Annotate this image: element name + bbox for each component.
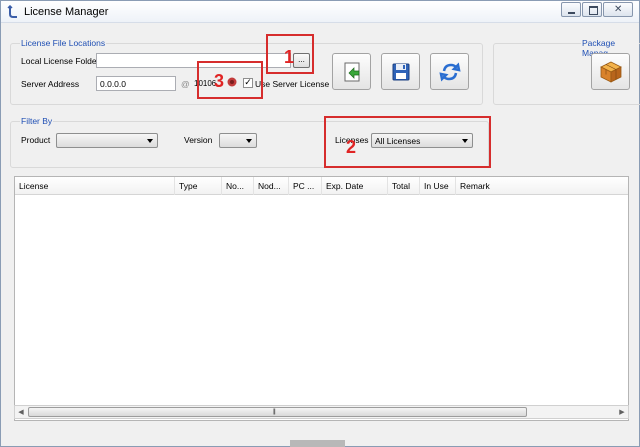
column-pc[interactable]: PC ... (289, 177, 322, 195)
column-no[interactable]: No... (222, 177, 254, 195)
scroll-right-icon[interactable]: ▶ (617, 408, 627, 418)
column-in-use[interactable]: In Use (420, 177, 456, 195)
scroll-left-icon[interactable]: ◀ (16, 408, 26, 418)
import-license-button[interactable] (332, 53, 371, 90)
close-button[interactable] (603, 2, 633, 17)
import-license-icon (344, 62, 360, 82)
column-total[interactable]: Total (388, 177, 420, 195)
version-dropdown[interactable] (219, 133, 257, 148)
refresh-icon (439, 62, 461, 82)
annotation-number-1: 1 (284, 47, 295, 67)
server-address-input[interactable]: 0.0.0.0 (96, 76, 176, 91)
window-title: License Manager (24, 6, 109, 18)
maximize-button[interactable] (582, 2, 602, 17)
product-dropdown[interactable] (56, 133, 158, 148)
scrollbar-thumb[interactable]: ||| (28, 407, 527, 417)
local-folder-label: Local License Folder (21, 56, 100, 66)
key-icon (6, 4, 20, 19)
product-label: Product (21, 135, 51, 145)
column-exp-date[interactable]: Exp. Date (322, 177, 388, 195)
title-bar[interactable]: License Manager (1, 1, 639, 23)
server-address-label: Server Address (21, 79, 80, 89)
save-license-button[interactable] (381, 53, 420, 90)
license-manager-window: License Manager License File Locations L… (0, 0, 640, 447)
annotation-number-2: 2 (346, 137, 357, 157)
chevron-down-icon (147, 139, 153, 143)
taskbar-fragment (290, 440, 345, 447)
column-type[interactable]: Type (175, 177, 222, 195)
grip-icon: ||| (273, 409, 276, 415)
package-box-icon (600, 61, 622, 83)
version-label: Version (184, 135, 213, 145)
chevron-down-icon (246, 139, 252, 143)
grid-header: License Type No... Nod... PC ... Exp. Da… (15, 177, 628, 195)
at-symbol: @ (181, 79, 190, 89)
column-remark[interactable]: Remark (456, 177, 628, 195)
column-license[interactable]: License (15, 177, 175, 195)
package-manager-button[interactable] (591, 53, 630, 90)
license-grid[interactable]: License Type No... Nod... PC ... Exp. Da… (14, 176, 629, 421)
save-disk-icon (392, 63, 410, 81)
refresh-button[interactable] (430, 53, 469, 90)
use-server-license-label: Use Server License (255, 79, 330, 89)
annotation-number-3: 3 (214, 71, 225, 91)
horizontal-scrollbar[interactable]: ◀ ||| ▶ (14, 405, 629, 419)
filter-group-label: Filter By (20, 116, 54, 126)
window-controls (561, 2, 633, 17)
minimize-button[interactable] (561, 2, 581, 17)
annotation-box-3 (197, 61, 263, 99)
column-nodes[interactable]: Nod... (254, 177, 289, 195)
license-locations-label: License File Locations (20, 38, 107, 48)
